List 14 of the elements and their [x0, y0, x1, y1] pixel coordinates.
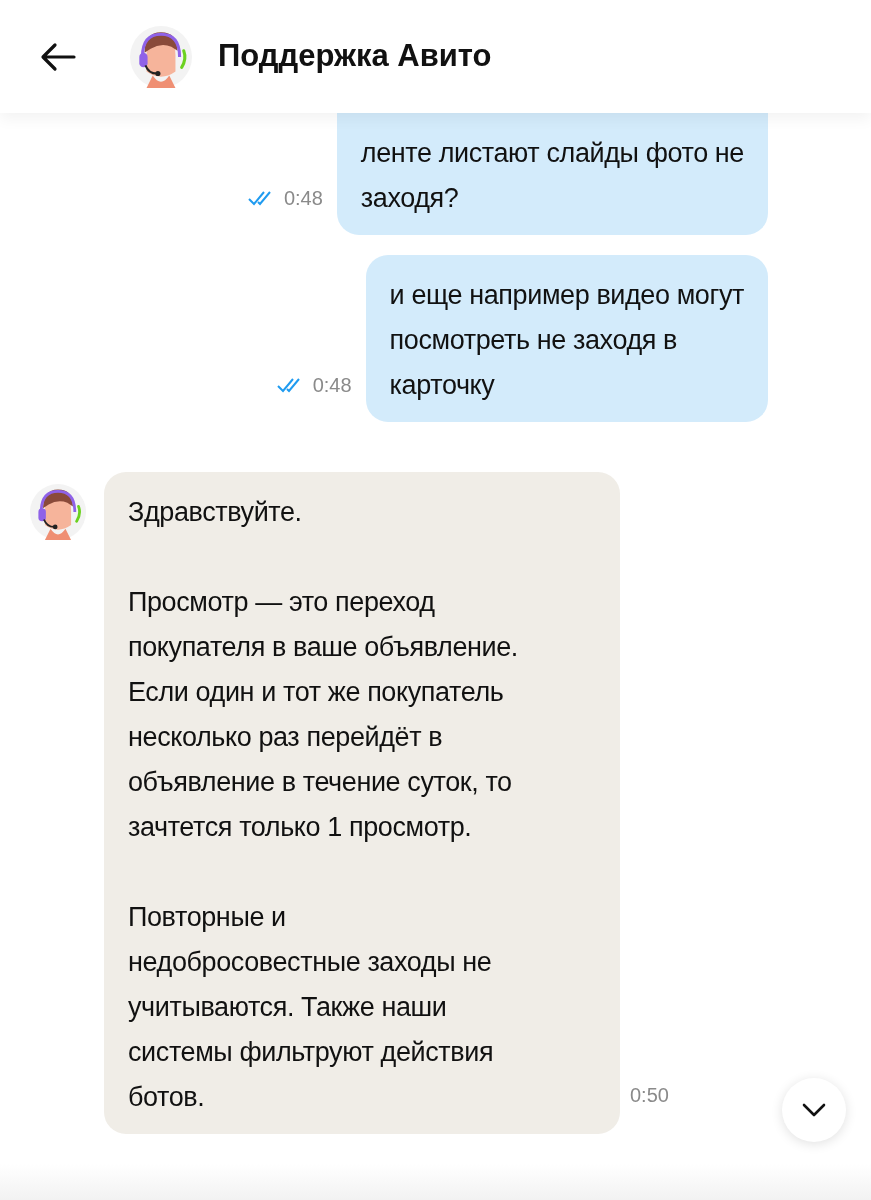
message-time: 0:48: [312, 373, 352, 398]
message-time: 0:50: [630, 1084, 669, 1106]
message-text: ленте листают слайды фото не заходя?: [360, 137, 744, 215]
avatar-icon: [130, 25, 192, 88]
chevron-down-icon: [802, 1103, 826, 1117]
message-time: 0:48: [283, 186, 323, 211]
message-text: Просмотр — это переход покупателя в ваше объявление. Если один и тот же покупатель несколько раз перейдёт в объявление в течение суток, то зачтется только 1 просмотр.: [128, 586, 519, 844]
avatar-icon: [30, 484, 86, 540]
scroll-down-button[interactable]: [782, 1078, 846, 1142]
message-text: Здравствуйте.: [128, 496, 303, 529]
back-arrow-icon: [40, 41, 76, 72]
chat-title: Поддержка Авито: [218, 37, 492, 76]
message-text: Повторные и недобросовестные заходы не учитываются. Также наши системы фильтруют действия ботов.: [128, 901, 495, 1114]
message-text: и еще например видео могут посмотреть не заходя в карточку: [389, 279, 744, 402]
